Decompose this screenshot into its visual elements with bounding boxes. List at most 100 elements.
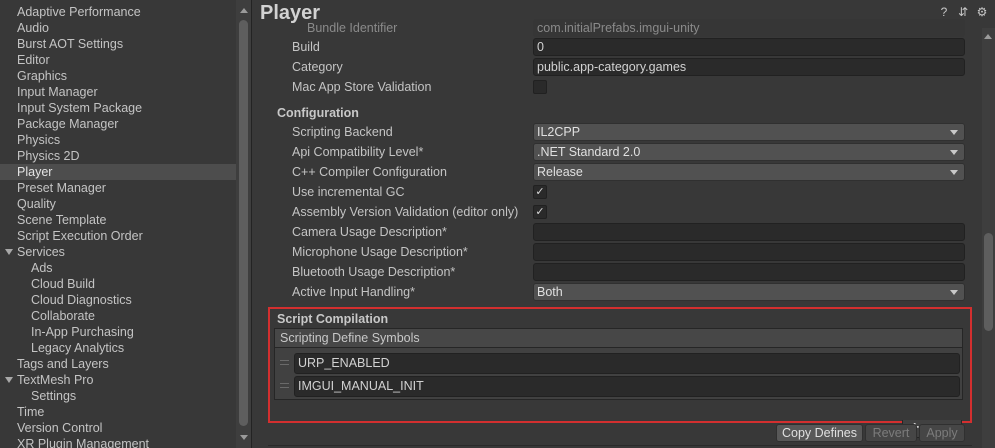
sidebar-item-label: Input Manager — [17, 85, 98, 99]
sidebar-item-label: Time — [17, 405, 45, 419]
sidebar-item-settings[interactable]: Settings — [0, 388, 236, 404]
sidebar-item-label: Collaborate — [31, 309, 95, 323]
sidebar-item-label: Ads — [31, 261, 53, 275]
scroll-down-arrow-icon[interactable] — [240, 435, 248, 440]
sidebar-item-legacy-analytics[interactable]: Legacy Analytics — [0, 340, 236, 356]
sidebar-item-label: Scene Template — [17, 213, 107, 227]
sidebar-item-physics-2d[interactable]: Physics 2D — [0, 148, 236, 164]
build-field[interactable]: 0 — [533, 38, 965, 56]
incremental-gc-checkbox[interactable]: ✓ — [533, 185, 547, 199]
sidebar-item-label: XR Plugin Management — [17, 437, 150, 448]
sidebar-item-label: TextMesh Pro — [17, 373, 94, 387]
sidebar-item-cloud-diagnostics[interactable]: Cloud Diagnostics — [0, 292, 236, 308]
define-symbol-field[interactable]: IMGUI_MANUAL_INIT — [294, 376, 960, 397]
dropdown-caret-icon — [950, 130, 958, 135]
expand-arrow-icon[interactable] — [5, 377, 13, 383]
player-settings-panel: Player ? ⇵ ⚙ Bundle Identifier com.initi… — [253, 0, 995, 448]
sidebar-item-label: Graphics — [17, 69, 68, 83]
camera-usage-description-field[interactable] — [533, 223, 965, 241]
sidebar-item-scene-template[interactable]: Scene Template — [0, 212, 236, 228]
cpp-compiler-configuration-label: C++ Compiler Configuration — [292, 165, 447, 179]
sidebar-item-label: Player — [17, 165, 53, 179]
cpp-compiler-configuration-dropdown[interactable]: Release — [533, 163, 965, 181]
settings-gear-icon[interactable]: ⚙ — [976, 6, 988, 19]
bundle-identifier-field[interactable]: com.initialPrefabs.imgui-unity — [533, 19, 965, 37]
active-input-handling-dropdown[interactable]: Both — [533, 283, 965, 301]
sidebar-item-physics[interactable]: Physics — [0, 132, 236, 148]
sidebar-item-quality[interactable]: Quality — [0, 196, 236, 212]
assembly-version-validation-checkbox[interactable]: ✓ — [533, 205, 547, 219]
bundle-identifier-label: Bundle Identifier — [307, 21, 398, 35]
configuration-header: Configuration — [277, 106, 359, 120]
checkmark-icon: ✓ — [535, 186, 545, 198]
build-label: Build — [292, 40, 320, 54]
sidebar-item-label: Version Control — [17, 421, 103, 435]
sidebar-item-audio[interactable]: Audio — [0, 20, 236, 36]
sidebar-item-label: Settings — [31, 389, 77, 403]
sidebar-item-collaborate[interactable]: Collaborate — [0, 308, 236, 324]
help-icon[interactable]: ? — [938, 6, 950, 19]
sidebar-item-ads[interactable]: Ads — [0, 260, 236, 276]
cpp-compiler-configuration-value: Release — [537, 165, 583, 179]
sidebar-item-version-control[interactable]: Version Control — [0, 420, 236, 436]
bluetooth-usage-description-field[interactable] — [533, 263, 965, 281]
sidebar-item-in-app-purchasing[interactable]: In-App Purchasing — [0, 324, 236, 340]
dropdown-caret-icon — [950, 290, 958, 295]
sidebar-item-editor[interactable]: Editor — [0, 52, 236, 68]
active-input-handling-value: Both — [537, 285, 563, 299]
drag-handle-icon[interactable] — [280, 383, 289, 388]
api-compatibility-level-dropdown[interactable]: .NET Standard 2.0 — [533, 143, 965, 161]
sidebar-item-textmesh-pro[interactable]: TextMesh Pro — [0, 372, 236, 388]
active-input-handling-label: Active Input Handling* — [292, 285, 415, 299]
sidebar-item-label: Quality — [17, 197, 56, 211]
scripting-backend-dropdown[interactable]: IL2CPP — [533, 123, 965, 141]
incremental-gc-label: Use incremental GC — [292, 185, 405, 199]
sidebar-item-services[interactable]: Services — [0, 244, 236, 260]
preset-icon[interactable]: ⇵ — [957, 6, 969, 19]
camera-usage-description-label: Camera Usage Description* — [292, 225, 447, 239]
sidebar-item-label: Audio — [17, 21, 49, 35]
sidebar-item-xr-plugin-management[interactable]: XR Plugin Management — [0, 436, 236, 448]
scrollbar-thumb[interactable] — [239, 20, 248, 426]
copy-defines-button[interactable]: Copy Defines — [776, 424, 863, 442]
scripting-define-symbols-list: Scripting Define Symbols URP_ENABLED IMG… — [274, 328, 963, 438]
sidebar-item-package-manager[interactable]: Package Manager — [0, 116, 236, 132]
sidebar-item-preset-manager[interactable]: Preset Manager — [0, 180, 236, 196]
drag-handle-icon[interactable] — [280, 360, 289, 365]
mac-app-store-validation-checkbox[interactable] — [533, 80, 547, 94]
scroll-up-arrow-icon[interactable] — [984, 34, 992, 39]
bluetooth-usage-description-label: Bluetooth Usage Description* — [292, 265, 456, 279]
checkmark-icon: ✓ — [535, 206, 545, 218]
sidebar-item-script-execution-order[interactable]: Script Execution Order — [0, 228, 236, 244]
revert-button[interactable]: Revert — [865, 424, 917, 442]
sidebar-item-label: Preset Manager — [17, 181, 106, 195]
scroll-up-arrow-icon[interactable] — [240, 8, 248, 13]
sidebar-item-time[interactable]: Time — [0, 404, 236, 420]
microphone-usage-description-label: Microphone Usage Description* — [292, 245, 468, 259]
scrollbar-thumb[interactable] — [984, 233, 993, 331]
sidebar-item-label: Burst AOT Settings — [17, 37, 124, 51]
sidebar-item-burst-aot-settings[interactable]: Burst AOT Settings — [0, 36, 236, 52]
main-scrollbar[interactable] — [982, 28, 995, 448]
settings-sidebar: Adaptive Performance Audio Burst AOT Set… — [0, 0, 252, 448]
sidebar-item-label: Physics — [17, 133, 61, 147]
sidebar-item-input-system-package[interactable]: Input System Package — [0, 100, 236, 116]
sidebar-item-label: Services — [17, 245, 65, 259]
sidebar-item-input-manager[interactable]: Input Manager — [0, 84, 236, 100]
sidebar-item-tags-and-layers[interactable]: Tags and Layers — [0, 356, 236, 372]
sidebar-item-adaptive-performance[interactable]: Adaptive Performance — [0, 4, 236, 20]
assembly-version-validation-label: Assembly Version Validation (editor only… — [292, 205, 519, 219]
sidebar-item-player[interactable]: Player — [0, 164, 236, 180]
category-field[interactable]: public.app-category.games — [533, 58, 965, 76]
script-compilation-section: Script Compilation Scripting Define Symb… — [268, 307, 972, 438]
sidebar-item-label: Cloud Build — [31, 277, 95, 291]
define-symbol-field[interactable]: URP_ENABLED — [294, 353, 960, 374]
sidebar-item-graphics[interactable]: Graphics — [0, 68, 236, 84]
expand-arrow-icon[interactable] — [5, 249, 13, 255]
sidebar-item-cloud-build[interactable]: Cloud Build — [0, 276, 236, 292]
sidebar-scrollbar[interactable] — [236, 0, 251, 448]
scripting-backend-value: IL2CPP — [537, 125, 581, 139]
microphone-usage-description-field[interactable] — [533, 243, 965, 261]
apply-button[interactable]: Apply — [919, 424, 965, 442]
sidebar-item-label: Package Manager — [17, 117, 119, 131]
